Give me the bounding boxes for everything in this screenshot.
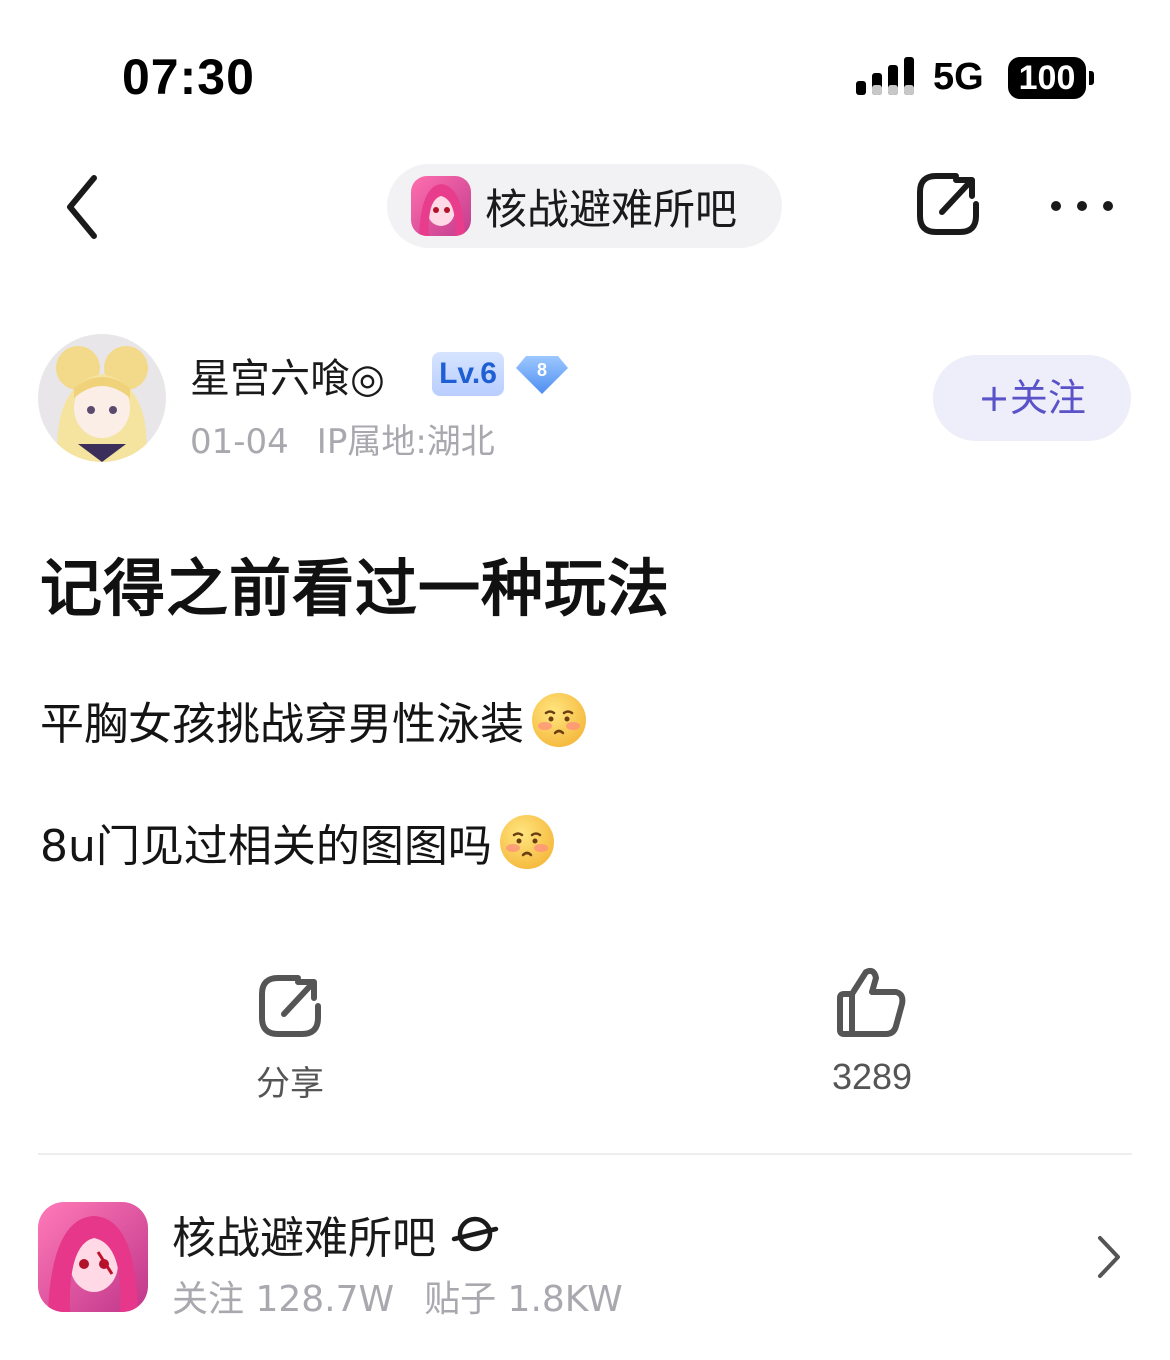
forum-pill[interactable]: 核战避难所吧 <box>387 164 782 248</box>
post-paragraph: 平胸女孩挑战穿男性泳装 <box>40 688 588 752</box>
share-icon <box>259 975 321 1037</box>
share-icon[interactable] <box>912 168 984 240</box>
planet-icon <box>451 1216 499 1252</box>
battery-level: 100 <box>1008 57 1086 99</box>
share-button[interactable]: 分享 <box>240 970 340 1110</box>
forum-name: 核战避难所吧 <box>172 1202 500 1266</box>
forum-avatar-small <box>411 176 471 236</box>
forum-posts: 贴子 1.8KW <box>424 1279 623 1320</box>
post-title: 记得之前看过一种玩法 <box>40 552 671 625</box>
more-icon[interactable] <box>1046 186 1118 226</box>
forum-name-header: 核战避难所吧 <box>485 184 738 234</box>
forum-avatar <box>38 1202 148 1312</box>
like-button[interactable]: 3289 <box>810 964 934 1104</box>
author-name[interactable]: 星宫六喰◎ <box>190 346 385 404</box>
status-time: 07:30 <box>122 49 255 105</box>
follow-button[interactable]: +关注 <box>933 355 1131 441</box>
post-date: 01-04 <box>190 422 289 462</box>
post-meta: 01-04 IP属地:湖北 <box>190 414 495 463</box>
forum-stats: 关注 128.7W 贴子 1.8KW <box>172 1270 623 1322</box>
forum-followers: 关注 128.7W <box>172 1279 395 1320</box>
share-label: 分享 <box>256 1064 324 1104</box>
network-type: 5G <box>933 56 984 98</box>
thumbs-up-icon <box>837 967 906 1037</box>
paragraph-text: 平胸女孩挑战穿男性泳装 <box>40 699 524 750</box>
chevron-right-icon <box>1098 1236 1120 1278</box>
diamond-level: 8 <box>537 360 547 380</box>
forum-card[interactable]: 核战避难所吧 关注 128.7W 贴子 1.8KW <box>0 1160 1170 1360</box>
blushing-face-emoji <box>499 815 554 869</box>
author-avatar[interactable] <box>38 334 166 462</box>
battery-icon: 100 <box>1008 57 1094 99</box>
like-count: 3289 <box>831 1056 913 1097</box>
forum-name-text: 核战避难所吧 <box>172 1213 436 1264</box>
back-button[interactable] <box>62 172 106 242</box>
blushing-face-emoji <box>532 693 586 747</box>
divider <box>38 1153 1132 1155</box>
level-badge: Lv.6 <box>432 352 504 396</box>
diamond-badge-icon: 8 <box>516 356 568 394</box>
signal-icon <box>856 57 914 95</box>
ip-location: IP属地:湖北 <box>316 422 495 462</box>
paragraph-text: 8u门见过相关的图图吗 <box>40 821 492 872</box>
post-paragraph: 8u门见过相关的图图吗 <box>40 810 556 874</box>
